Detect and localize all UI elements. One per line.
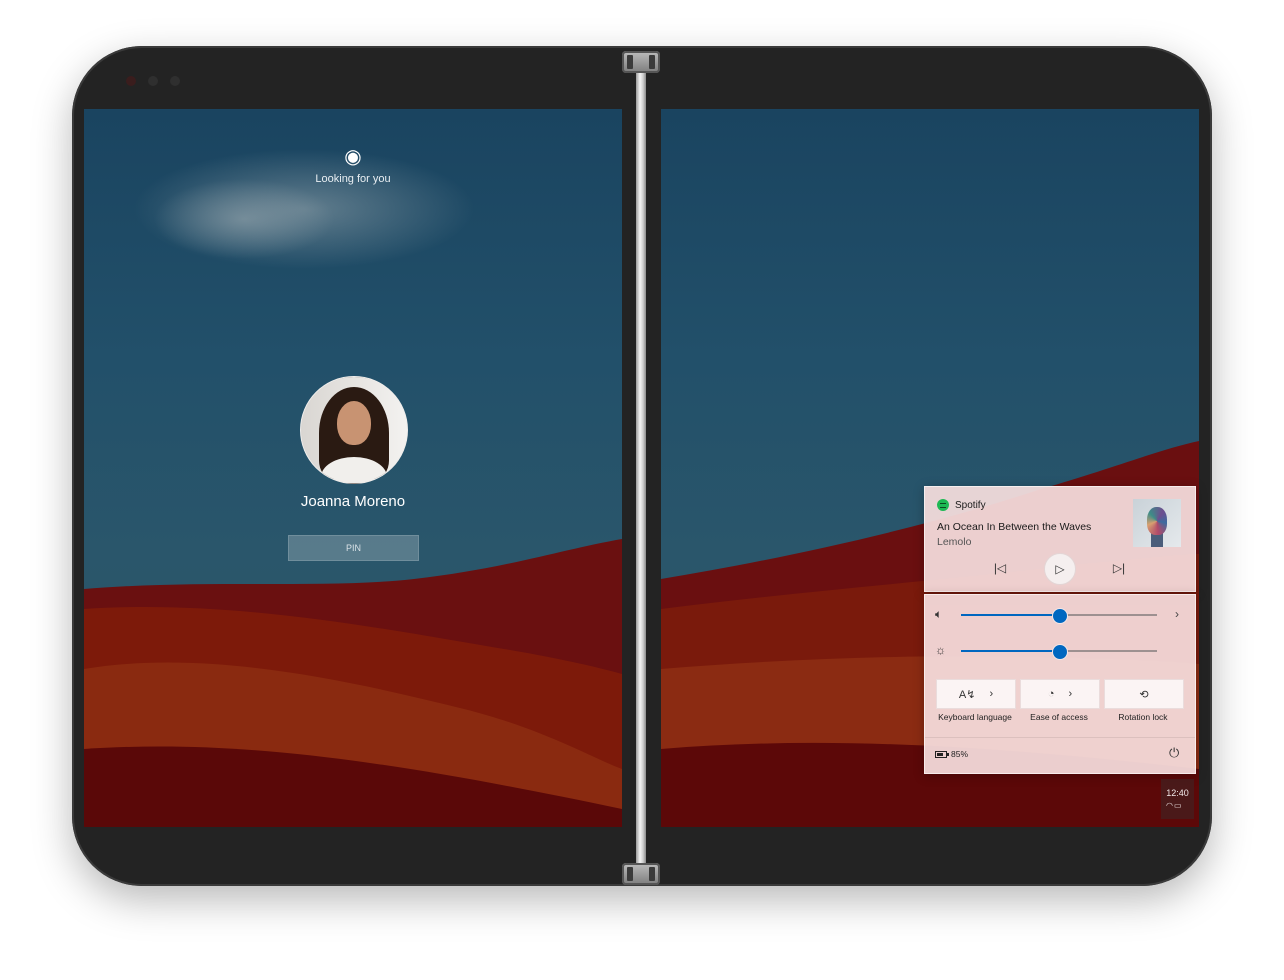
keyboard-language-button[interactable]: A↯ › [936, 679, 1016, 709]
rotation-lock-label: Rotation lock [1118, 712, 1168, 722]
play-icon[interactable]: ▷ [1044, 553, 1076, 585]
chevron-right-icon: › [1068, 688, 1073, 700]
next-track-icon[interactable]: ▷| [1104, 553, 1134, 583]
battery-status[interactable]: 85% [935, 749, 968, 759]
brightness-thumb[interactable] [1052, 644, 1068, 660]
speaker-icon[interactable]: 🔈︎ [935, 607, 951, 622]
taskbar-tray[interactable]: 12:40 ◠▭ [1161, 779, 1194, 819]
keyboard-language-icon: A↯ [958, 688, 976, 701]
hinge [636, 58, 646, 878]
album-art [1133, 499, 1181, 547]
keyboard-language-label: Keyboard language [938, 712, 1012, 722]
pin-input[interactable]: PIN [288, 535, 419, 561]
user-name: Joanna Moreno [300, 493, 406, 510]
ease-of-access-icon: ◔ [1047, 688, 1055, 700]
volume-fill [961, 614, 1059, 616]
system-tray-icons: ◠▭ [1166, 801, 1183, 810]
user-avatar[interactable] [300, 376, 408, 484]
wifi-icon: ◠ [1166, 801, 1174, 810]
spotify-icon [937, 499, 949, 511]
divider [925, 737, 1195, 738]
media-controls: |◁ ▷ ▷| [925, 553, 1195, 585]
face-recognition-status: ◉ Looking for you [84, 147, 622, 185]
volume-slider[interactable] [961, 608, 1157, 624]
brightness-icon: ☼ [935, 643, 946, 657]
brightness-slider[interactable] [961, 644, 1157, 660]
hinge-cap-top [622, 51, 660, 73]
left-screen: ◉ Looking for you Joanna Moreno PIN [84, 109, 622, 827]
hinge-cap-bottom [622, 863, 660, 885]
track-title: An Ocean In Between the Waves [937, 521, 1092, 533]
media-app-name: Spotify [955, 499, 986, 511]
ease-of-access-button[interactable]: ◔ › [1020, 679, 1100, 709]
status-text: Looking for you [315, 173, 391, 185]
camera-sensor [126, 76, 136, 86]
battery-icon [935, 750, 949, 758]
rotation-lock-button[interactable]: ⟲ [1104, 679, 1184, 709]
face-recognition-icon: ◉ [344, 146, 362, 168]
chevron-right-icon: › [989, 688, 994, 700]
volume-row: 🔈︎ › [935, 605, 1185, 625]
media-app-header: Spotify [937, 499, 986, 511]
media-flyout: Spotify An Ocean In Between the Waves Le… [924, 486, 1196, 592]
proximity-sensor [170, 76, 180, 86]
quick-settings-flyout: 🔈︎ › ☼ A↯ › ◔ › ⟲ Keyboard language Ease o… [924, 594, 1196, 774]
power-icon[interactable]: ⏻ [1169, 745, 1179, 761]
chevron-right-icon[interactable]: › [1175, 607, 1179, 621]
battery-percent: 85% [951, 749, 969, 759]
brightness-row: ☼ [935, 641, 1185, 661]
previous-track-icon[interactable]: |◁ [985, 553, 1015, 583]
track-artist: Lemolo [937, 536, 972, 548]
clock: 12:40 [1166, 788, 1189, 798]
ease-of-access-label: Ease of access [1030, 712, 1088, 722]
volume-thumb[interactable] [1052, 608, 1068, 624]
rotation-lock-icon: ⟲ [1139, 688, 1149, 701]
light-sensor [148, 76, 158, 86]
battery-tray-icon: ▭ [1173, 801, 1183, 810]
brightness-fill [961, 650, 1059, 652]
